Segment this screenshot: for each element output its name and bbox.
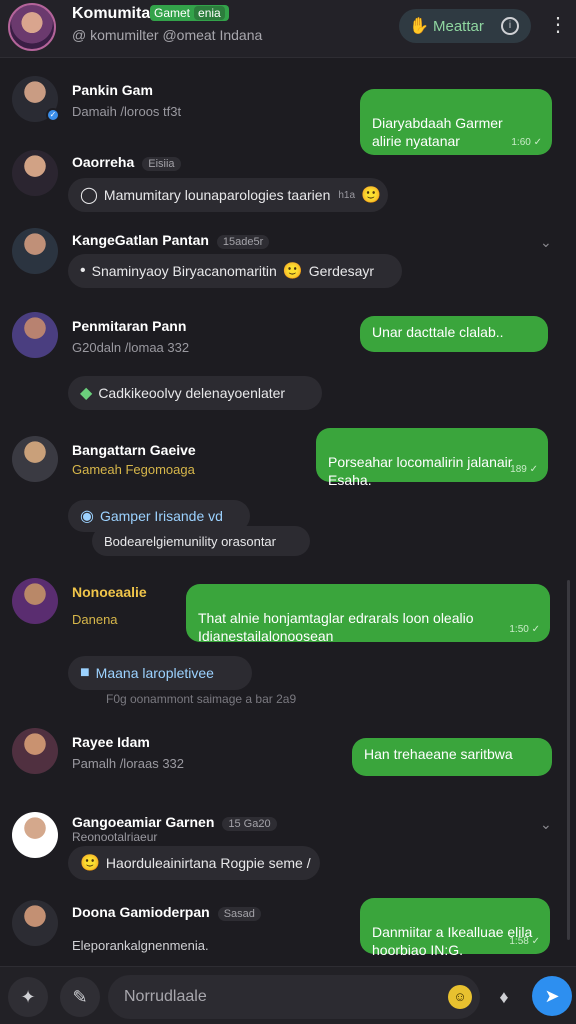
avatar[interactable]	[12, 578, 58, 624]
more-vertical-icon[interactable]: ⋮	[548, 14, 568, 36]
sender-name: KangeGatlan Pantan 15ade5r	[72, 232, 270, 249]
message-row: Nonoeaalie Danena That alnie honjamtagla…	[0, 572, 576, 652]
message-row: ✓ Pankin Gam Damaih /loroos tf3t Diaryab…	[0, 66, 576, 155]
verified-icon: ✓	[46, 108, 60, 122]
sender-sub: Damaih /loroos tf3t	[72, 104, 182, 119]
message-meta: 1:58 ✓	[509, 936, 540, 947]
link-icon: ◉	[80, 508, 94, 525]
message-bubble[interactable]: Han trehaeane saritbwa	[352, 738, 552, 776]
message-pill[interactable]: • Snaminyaoy Biryacanomaritin 🙂 Gerdesay…	[68, 254, 402, 288]
sender-name: Doona Gamioderpan Sasad	[72, 904, 261, 921]
avatar[interactable]	[12, 436, 58, 482]
message-meta: 189 ✓	[510, 464, 538, 475]
sender-name: Penmitaran Pann	[72, 318, 187, 334]
message-meta: 1:50 ✓	[509, 624, 540, 635]
composer-bar: ✦ ✎ Norrudlaale ☺ ♦	[0, 966, 576, 1024]
message-row: Gangoeamiar Garnen 15 Ga20 Reonootalriaeu…	[0, 804, 576, 884]
group-avatar[interactable]	[8, 3, 56, 51]
message-row: KangeGatlan Pantan 15ade5r ⌄ • Snaminyaoy…	[0, 222, 576, 294]
message-row: Oaorreha Eisiia ◯ Mamumitary lounaparolog…	[0, 146, 576, 216]
group-badge: Gamet enia	[150, 5, 229, 21]
sender-name: Gangoeamiar Garnen 15 Ga20	[72, 814, 277, 831]
top-bar: Komumitar Gamet enia @ komumilter @omeat …	[0, 0, 576, 58]
message-row: ■ Maana laropletivee F0g oonammont saima…	[0, 654, 576, 714]
message-row: Penmitaran Pann G20daln /lomaa 332 Unar …	[0, 300, 576, 364]
emoji-icon: ◯	[80, 187, 98, 204]
message-row: Rayee Idam Pamalh /loraas 332 Han trehae…	[0, 722, 576, 792]
scrollbar[interactable]	[567, 580, 570, 940]
smile-emoji-icon: 🙂	[282, 263, 303, 280]
message-row: Bangattarn Gaeive Gameah Fegomoaga Porse…	[0, 424, 576, 494]
action-button[interactable]: ✋ Meattar i	[399, 9, 531, 43]
message-input[interactable]: Norrudlaale	[108, 975, 480, 1019]
microphone-icon[interactable]: ♦	[484, 977, 524, 1017]
avatar[interactable]	[12, 228, 58, 274]
message-pill-link[interactable]: ■ Maana laropletivee	[68, 656, 252, 690]
hand-wave-icon: ✋	[409, 18, 429, 35]
chat-app: Komumitar Gamet enia @ komumilter @omeat …	[0, 0, 576, 1024]
message-bubble[interactable]: Danmiitar a Ikealluae elila hoorbiao IN:…	[360, 898, 550, 958]
group-title: Komumitar	[72, 5, 157, 22]
sender-sub: Gameah Fegomoaga	[72, 462, 195, 477]
message-pill[interactable]: Bodearelgiemunility orasontar	[92, 526, 310, 556]
sender-sub: Reonootalriaeur	[72, 830, 158, 844]
emoji-icon[interactable]: ☺	[448, 985, 472, 1009]
sender-name: Bangattarn Gaeive	[72, 442, 196, 458]
avatar[interactable]	[12, 728, 58, 774]
sender-sub: G20daln /lomaa 332	[72, 340, 190, 355]
avatar[interactable]	[12, 312, 58, 358]
sender-name: Pankin Gam	[72, 82, 153, 98]
avatar[interactable]	[12, 150, 58, 196]
message-row: ◉ Gamper Irisande vd Bodearelgiemunility…	[0, 500, 576, 564]
sender-sub: Danena	[72, 612, 118, 627]
sender-sub: Eleporankalgnenmenia.	[72, 938, 209, 953]
message-pill[interactable]: ◆ Cadkikeoolvy delenayoenlater	[68, 376, 322, 410]
smile-emoji-icon: 🙂	[80, 855, 100, 872]
shield-icon: ◆	[80, 385, 93, 402]
smile-emoji-icon: 🙂	[361, 187, 381, 204]
send-icon[interactable]: ➤	[532, 976, 572, 1016]
chevron-down-icon[interactable]: ⌄	[540, 234, 552, 251]
sender-sub: Pamalh /loraas 332	[72, 756, 185, 771]
info-icon[interactable]: i	[501, 17, 519, 35]
folder-icon: ■	[80, 664, 90, 681]
message-note: F0g oonammont saimage a bar 2a9	[106, 692, 297, 706]
avatar[interactable]	[12, 812, 58, 858]
chevron-down-icon[interactable]: ⌄	[540, 816, 552, 833]
message-bubble[interactable]: That alnie honjamtaglar edrarals loon ol…	[186, 584, 550, 644]
message-row: Doona Gamioderpan Sasad Eleporankalgnenme…	[0, 892, 576, 962]
edit-icon[interactable]: ✎	[60, 977, 100, 1017]
group-subtitle: @ komumilter @omeat Indana	[72, 27, 263, 43]
message-bubble[interactable]: Unar dacttale clalab..	[360, 316, 548, 352]
attach-icon[interactable]: ✦	[8, 977, 48, 1017]
sender-name: Nonoeaalie	[72, 584, 147, 600]
sender-name: Oaorreha Eisiia	[72, 154, 181, 171]
message-bubble[interactable]: Porseahar locomalirin jalanair Esaha. 18…	[316, 428, 548, 488]
avatar[interactable]	[12, 900, 58, 946]
sender-name: Rayee Idam	[72, 734, 150, 750]
message-pill[interactable]: ◯ Mamumitary lounaparologies taarien h1a…	[68, 178, 388, 212]
message-row: ◆ Cadkikeoolvy delenayoenlater	[0, 374, 576, 416]
message-pill[interactable]: 🙂 Haorduleainirtana Rogpie seme /	[68, 846, 320, 880]
action-label: Meattar	[433, 17, 484, 35]
emoji-icon: •	[80, 262, 86, 279]
